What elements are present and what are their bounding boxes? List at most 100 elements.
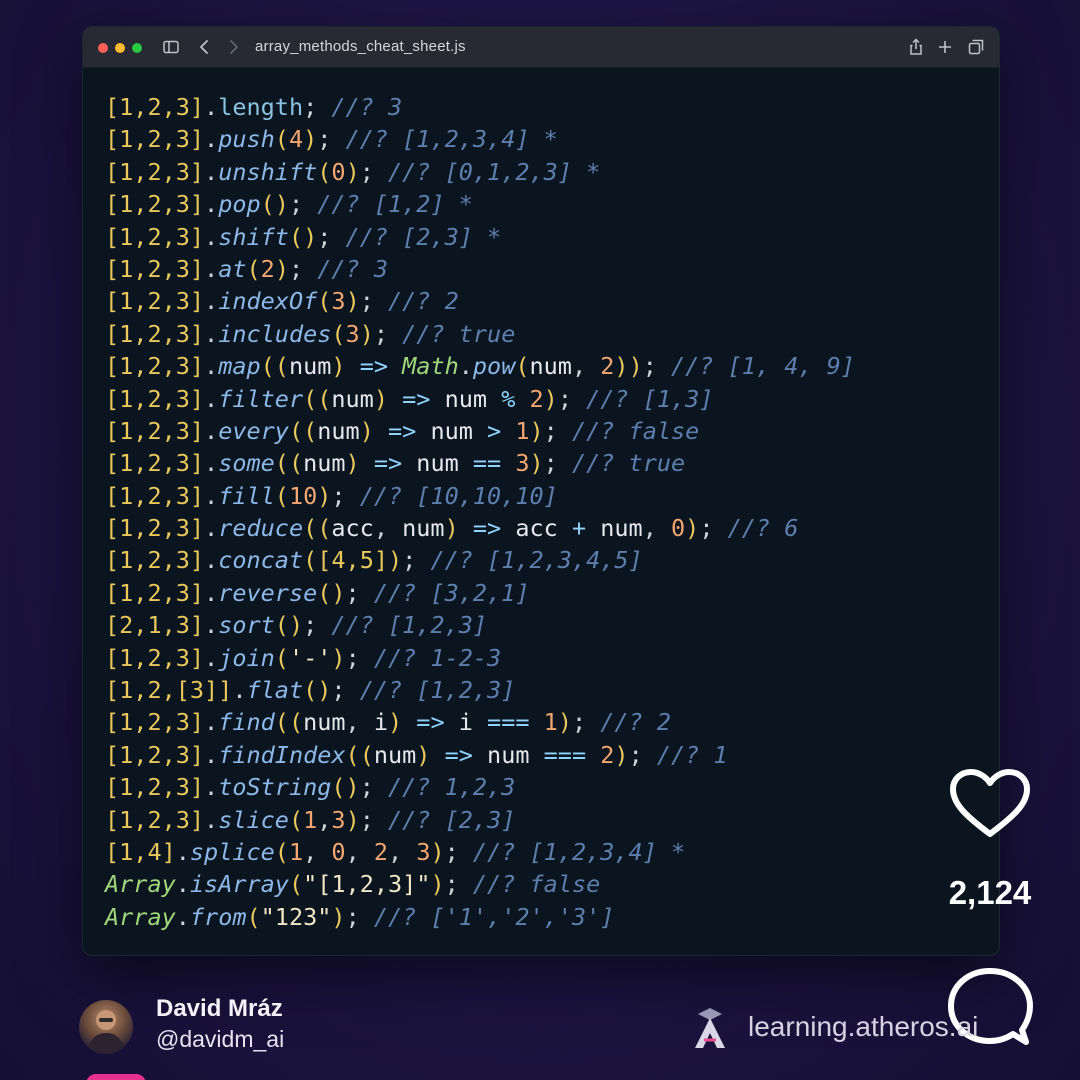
code-comment: //? [1,2,3] [359,676,516,705]
close-window-button[interactable] [98,43,108,53]
tab-overview-icon[interactable] [966,37,986,57]
code-bracket: (( [260,352,289,381]
code-method: reverse [218,578,318,607]
code-punctuation: ; [359,287,389,316]
code-number: 1 [515,416,530,445]
code-punctuation: ; [402,546,431,575]
code-variable: num [303,449,346,478]
back-chevron-icon[interactable] [195,37,215,57]
code-number: 2 [373,837,389,866]
sidebar-toggle-icon[interactable] [161,37,181,57]
code-comment: //? 1-2-3 [373,643,502,672]
code-punctuation: . [204,449,219,478]
code-number: 3 [416,837,431,866]
code-bracket: ( [246,254,261,283]
code-punctuation: ; [303,93,332,121]
code-bracket: ) [345,449,360,478]
code-line: [1,2,3].concat([4,5]); //? [1,2,3,4,5] [105,544,989,576]
code-bracket: ) [359,416,374,445]
maximize-window-button[interactable] [132,43,142,53]
code-comment: //? false [571,416,700,445]
code-bracket: [1,2,3] [105,546,205,575]
code-bracket: [1,2,3] [105,805,205,834]
code-bracket: ) [685,514,700,543]
code-punctuation: . [458,352,473,381]
code-punctuation: ; [543,449,572,478]
author-name[interactable]: David Mráz [156,995,283,1023]
code-method: join [218,643,275,672]
author-handle[interactable]: @davidm_ai [156,1026,284,1053]
code-bracket: [4,5] [317,546,388,575]
code-bracket: ( [274,481,289,510]
code-punctuation: . [175,837,190,866]
code-global: Math [402,352,459,381]
code-bracket: ) [444,514,459,543]
code-bracket: ) [303,125,318,154]
atheros-logo-icon [690,1004,730,1050]
avatar[interactable] [79,1000,133,1054]
code-string: "[1,2,3]" [303,870,431,899]
code-bracket: ( [317,287,332,316]
code-bracket: [1,2,3] [105,287,205,316]
heart-icon[interactable] [948,768,1032,840]
code-punctuation: ; [288,190,318,219]
code-operator: > [472,416,516,445]
code-punctuation: ; [557,384,587,413]
code-bracket: [1,2,3] [105,222,205,251]
code-line: [1,2,3].reverse(); //? [3,2,1] [105,577,989,609]
new-tab-plus-icon[interactable] [935,37,955,57]
code-number: 0 [331,837,346,866]
code-number: 0 [671,514,686,543]
code-bracket: [1,2,3] [105,319,205,348]
code-variable: i [458,708,473,737]
code-bracket: () [303,676,332,705]
code-variable: num [317,416,360,445]
code-bracket: ) [529,449,544,478]
code-variable: num [331,384,374,413]
minimize-window-button[interactable] [115,43,125,53]
code-punctuation: ; [642,352,672,381]
code-method: at [218,254,247,283]
code-punctuation: ; [303,611,332,640]
code-method: pop [218,190,261,219]
code-method: shift [218,222,289,251]
code-comment: //? [1,2,3,4] * [345,125,558,154]
code-punctuation: ; [444,837,473,866]
code-method: some [218,449,275,478]
code-punctuation: . [204,546,219,575]
code-comment: //? 1,2,3 [387,773,516,802]
forward-chevron-icon[interactable] [223,37,243,57]
code-punctuation: ; [359,805,389,834]
share-icon[interactable] [906,37,926,57]
code-punctuation: . [232,676,247,705]
code-variable: num [303,708,346,737]
code-line: [1,2,3].filter((num) => num % 2); //? [1… [105,383,989,415]
code-method: find [218,708,275,737]
code-bracket: ) [345,287,360,316]
code-method: filter [218,384,304,413]
code-method: fill [218,481,275,510]
brand-text[interactable]: learning.atheros.ai [748,1011,978,1043]
code-comment: //? 3 [317,254,389,283]
code-bracket: ) [430,870,445,899]
code-comment: //? [1, 4, 9] [671,352,855,381]
code-bracket: () [331,773,360,802]
code-bracket: [1,2,3] [105,449,205,478]
code-comment: //? false [472,870,601,899]
code-operator: == [458,449,516,478]
code-editor-window: array_methods_cheat_sheet.js [1,2,3].len… [82,26,1000,956]
code-operator: => [373,416,431,445]
code-line: Array.isArray("[1,2,3]"); //? false [105,868,989,900]
code-bracket: [1,2,3] [105,125,205,154]
code-punctuation: ; [699,514,728,543]
code-number: 2 [600,352,615,381]
code-method: flat [246,676,304,705]
code-bracket: ) [331,902,346,931]
code-bracket: () [260,190,289,219]
code-bracket: ) [388,546,403,575]
code-comment: //? [1,3] [586,384,714,413]
code-method: unshift [218,157,318,186]
code-line: [1,2,3].join('-'); //? 1-2-3 [105,642,989,674]
code-punctuation: . [204,222,219,251]
code-line: [1,2,3].some((num) => num == 3); //? tru… [105,447,989,479]
